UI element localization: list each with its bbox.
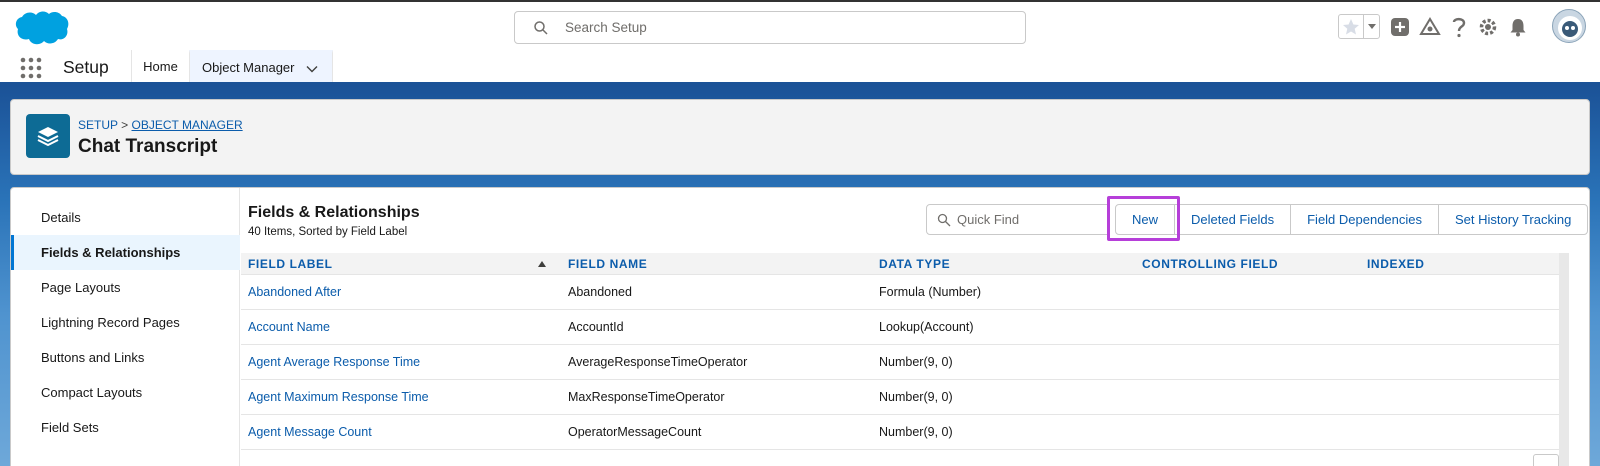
header-utility-icons [1330,2,1600,52]
help-icon [1452,17,1466,38]
sidebar-item-label: Details [41,210,81,225]
tab-home-label: Home [143,58,178,74]
search-icon [534,21,548,35]
sidebar-item-page-layouts[interactable]: Page Layouts [11,270,240,305]
notifications-button[interactable] [1506,15,1530,39]
field-data-type: Number(9, 0) [879,425,953,439]
sidebar-item-label: Compact Layouts [41,385,143,400]
star-icon [1343,19,1359,35]
quick-find-placeholder: Quick Find [957,212,1020,227]
sort-ascending-icon[interactable] [538,261,546,267]
fields-content: Fields & Relationships 40 Items, Sorted … [241,188,1589,466]
page-title: Chat Transcript [78,136,218,157]
new-field-button[interactable]: New [1115,204,1175,235]
column-header-field-label[interactable]: FIELD LABEL [248,257,333,271]
trailhead-icon [1419,17,1441,35]
sidebar-item-field-sets[interactable]: Field Sets [11,410,240,445]
column-header-field-name[interactable]: FIELD NAME [568,257,647,271]
field-data-type: Number(9, 0) [879,390,953,404]
field-label-link[interactable]: Agent Average Response Time [248,355,420,369]
bell-icon [1510,19,1526,37]
search-icon [937,213,951,227]
add-icon [1391,18,1409,36]
column-header-controlling-field[interactable]: CONTROLLING FIELD [1142,257,1278,271]
object-manager-icon [26,114,70,158]
field-actions-button-group: New Deleted Fields Field Dependencies Se… [1115,204,1589,235]
field-api-name: AverageResponseTimeOperator [568,355,748,369]
global-header: Search Setup [0,0,1600,50]
field-api-name: OperatorMessageCount [568,425,702,439]
layers-icon [37,127,59,147]
table-row: Abandoned After Abandoned Formula (Numbe… [241,275,1559,310]
sidebar-item-buttons-links[interactable]: Buttons and Links [11,340,240,375]
app-launcher-icon[interactable] [20,57,42,79]
chevron-down-icon [1368,24,1376,29]
sidebar-item-fields-relationships[interactable]: Fields & Relationships [11,235,240,270]
column-header-data-type[interactable]: DATA TYPE [879,257,950,271]
row-action-button[interactable] [1533,454,1559,466]
table-row: Agent Message Count OperatorMessageCount… [241,415,1559,450]
astro-avatar-icon [1558,16,1582,40]
field-dependencies-button[interactable]: Field Dependencies [1290,204,1440,235]
breadcrumb-separator: > [121,118,129,132]
help-button[interactable] [1447,15,1471,39]
field-api-name: AccountId [568,320,624,334]
favorites-dropdown-button[interactable] [1363,15,1379,38]
salesforce-logo[interactable] [12,8,70,48]
field-data-type: Number(9, 0) [879,355,953,369]
sidebar-item-label: Lightning Record Pages [41,315,180,330]
breadcrumb-setup[interactable]: SETUP [78,118,118,132]
table-row: Agent Maximum Response Time MaxResponseT… [241,380,1559,415]
chevron-down-icon[interactable] [306,63,318,75]
tab-object-manager[interactable]: Object Manager [189,50,333,82]
sidebar-item-label: Field Sets [41,420,99,435]
column-header-indexed[interactable]: INDEXED [1367,257,1425,271]
field-label-link[interactable]: Abandoned After [248,285,341,299]
field-label-link[interactable]: Agent Maximum Response Time [248,390,429,404]
field-api-name: MaxResponseTimeOperator [568,390,725,404]
sidebar-item-lightning-record-pages[interactable]: Lightning Record Pages [11,305,240,340]
search-placeholder: Search Setup [565,20,647,35]
app-navigation-bar: Setup Home Object Manager [0,50,1600,85]
breadcrumb: SETUP > OBJECT MANAGER [78,118,243,132]
tab-home[interactable]: Home [131,50,189,82]
setup-gear-button[interactable] [1476,15,1500,39]
quick-find-input[interactable]: Quick Find [926,204,1108,235]
search-setup-input[interactable]: Search Setup [514,11,1026,44]
breadcrumb-object-manager-link[interactable]: OBJECT MANAGER [132,118,243,132]
favorites-button[interactable] [1338,14,1380,39]
table-row: Account Name AccountId Lookup(Account) [241,310,1559,345]
deleted-fields-button[interactable]: Deleted Fields [1174,204,1292,235]
table-scrollbar[interactable] [1559,253,1569,466]
global-actions-button[interactable] [1388,15,1412,39]
app-name: Setup [63,57,109,77]
trailhead-button[interactable] [1418,15,1442,39]
sidebar-item-label: Page Layouts [41,280,121,295]
field-data-type: Formula (Number) [879,285,982,299]
user-avatar[interactable] [1552,9,1586,43]
object-sidebar: Details Fields & Relationships Page Layo… [11,188,240,466]
table-row: Agent Average Response Time AverageRespo… [241,345,1559,380]
section-subtitle: 40 Items, Sorted by Field Label [248,226,408,238]
set-history-tracking-button[interactable]: Set History Tracking [1438,204,1589,235]
page-header: SETUP > OBJECT MANAGER Chat Transcript [10,99,1590,175]
field-data-type: Lookup(Account) [879,320,974,334]
table-header: FIELD LABEL FIELD NAME DATA TYPE CONTROL… [241,253,1559,275]
main-card: Details Fields & Relationships Page Layo… [10,187,1590,466]
sidebar-item-details[interactable]: Details [11,200,240,235]
sidebar-item-label: Fields & Relationships [41,245,181,260]
field-label-link[interactable]: Account Name [248,320,330,334]
sidebar-item-label: Buttons and Links [41,350,145,365]
field-api-name: Abandoned [568,285,632,299]
section-title: Fields & Relationships [248,204,420,221]
field-label-link[interactable]: Agent Message Count [248,425,372,439]
gear-icon [1479,18,1497,36]
sidebar-item-compact-layouts[interactable]: Compact Layouts [11,375,240,410]
tab-object-manager-label: Object Manager [202,60,295,75]
